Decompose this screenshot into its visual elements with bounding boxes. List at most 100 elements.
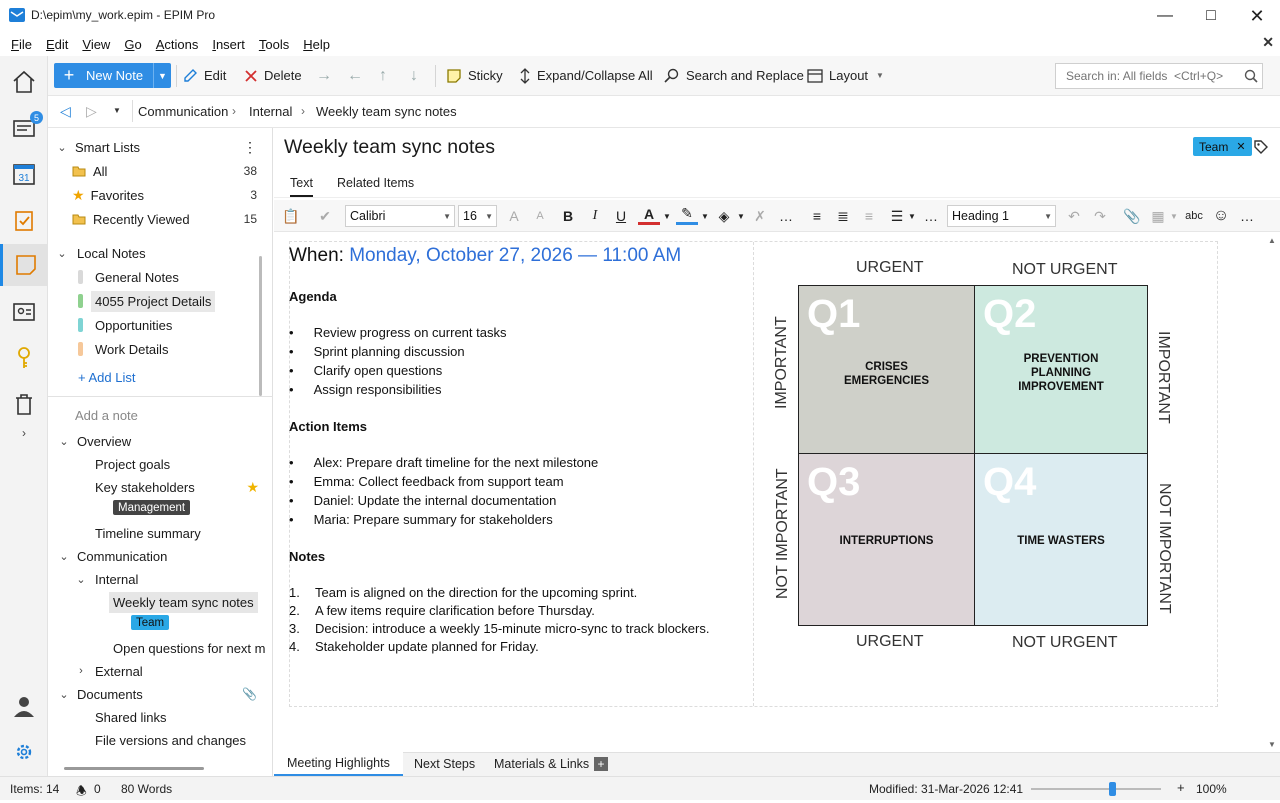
tab-text[interactable]: Text (290, 176, 313, 197)
smart-list-favorites[interactable]: ★ Favorites 3 (48, 184, 273, 206)
numbered-list-icon[interactable]: ≣ (832, 205, 854, 227)
tree-node[interactable]: Timeline summary (48, 522, 273, 544)
font-size-select[interactable]: 16 ▼ (458, 205, 497, 227)
spell-check-icon[interactable]: abc (1182, 205, 1206, 227)
note-team-tag[interactable]: Team ✕ (1193, 137, 1252, 156)
decrease-font-icon[interactable]: A (530, 205, 550, 227)
font-family-select[interactable]: Calibri ▼ (345, 205, 455, 227)
history-chevron-down-icon[interactable]: ▼ (113, 106, 121, 115)
page-tab-meeting-highlights[interactable]: Meeting Highlights (274, 752, 403, 776)
more-insert-icon[interactable]: … (1237, 205, 1257, 227)
search-box[interactable] (1055, 63, 1263, 89)
redo-icon[interactable]: ↷ (1090, 205, 1110, 227)
scroll-down-arrow-icon[interactable]: ▼ (1268, 740, 1276, 749)
breadcrumb-item[interactable]: Internal (249, 104, 292, 119)
menu-file[interactable]: File (4, 37, 39, 52)
tree-node-external[interactable]: › External (48, 660, 273, 682)
note-title[interactable]: Weekly team sync notes (284, 136, 495, 159)
smart-lists-header[interactable]: ⌄ Smart Lists ⋮ (48, 136, 273, 158)
font-color-icon[interactable]: A (638, 205, 660, 225)
collapse-chevron-icon[interactable]: ⌄ (56, 141, 68, 154)
list-item[interactable]: 2. A few items require clarification befo… (289, 603, 709, 621)
sidebar-horizontal-scrollbar[interactable] (64, 767, 204, 770)
list-item[interactable]: • Assign responsibilities (289, 382, 506, 401)
emoji-icon[interactable]: ☺ (1210, 205, 1232, 227)
search-icon[interactable] (1244, 69, 1258, 83)
team-tag[interactable]: Team (131, 615, 170, 630)
new-note-dropdown-chevron-icon[interactable]: ▼ (153, 63, 171, 88)
tree-node[interactable]: Key stakeholders ★ (48, 476, 273, 498)
tree-node[interactable]: Open questions for next m (48, 637, 273, 659)
zoom-slider-thumb[interactable] (1109, 782, 1116, 796)
list-item[interactable]: • Alex: Prepare draft timeline for the ne… (289, 455, 598, 474)
close-document-icon[interactable]: ✕ (1262, 34, 1274, 51)
tag-icon[interactable] (1253, 139, 1269, 158)
menu-help[interactable]: Help (296, 37, 337, 52)
calendar-icon[interactable]: 31 (0, 154, 48, 194)
add-page-tab-plus-icon[interactable]: + (594, 757, 608, 771)
back-arrow-icon[interactable]: ◁ (60, 103, 71, 120)
management-tag[interactable]: Management (113, 500, 191, 515)
breadcrumb-item[interactable]: Communication (138, 104, 228, 119)
local-list-item[interactable]: Opportunities (48, 314, 273, 336)
list-item[interactable]: • Review progress on current tasks (289, 325, 506, 344)
scroll-up-arrow-icon[interactable]: ▲ (1268, 236, 1276, 245)
local-list-item[interactable]: 4055 Project Details (48, 290, 273, 312)
tree-node-communication[interactable]: ⌄ Communication (48, 545, 273, 567)
move-up-arrow-icon[interactable]: ↑ (379, 63, 387, 88)
attach-paperclip-icon[interactable]: 📎 (1122, 205, 1142, 227)
menu-view[interactable]: View (75, 37, 117, 52)
align-icon[interactable]: ☰ (886, 205, 908, 227)
highlight-chevron-icon[interactable]: ▼ (699, 205, 711, 227)
edit-button[interactable]: Edit (182, 63, 226, 88)
home-icon[interactable] (0, 62, 48, 102)
user-icon[interactable] (0, 686, 48, 726)
list-item[interactable]: 3. Decision: introduce a weekly 15-minute… (289, 621, 709, 639)
checklist-icon[interactable]: ≡ (858, 205, 880, 227)
tree-node-documents[interactable]: ⌄ Documents 📎 (48, 683, 273, 705)
tree-node[interactable]: File versions and changes (48, 729, 273, 751)
tree-node-weekly-sync-selected[interactable]: Weekly team sync notes (48, 591, 273, 613)
local-list-item[interactable]: Work Details (48, 338, 273, 360)
list-item[interactable]: 1. Team is aligned on the direction for t… (289, 585, 709, 603)
list-item[interactable]: • Sprint planning discussion (289, 344, 506, 363)
list-item[interactable]: • Daniel: Update the internal documentati… (289, 493, 598, 512)
format-painter-icon[interactable]: ✔ (314, 205, 336, 227)
remove-tag-close-icon[interactable]: ✕ (1236, 140, 1245, 153)
tree-node-internal[interactable]: ⌄ Internal (48, 568, 273, 590)
search-input[interactable] (1066, 69, 1238, 83)
page-tab-next-steps[interactable]: Next Steps (401, 752, 488, 776)
tasks-icon[interactable] (0, 200, 48, 240)
more-options-icon[interactable]: ⋮ (243, 139, 257, 156)
list-item[interactable]: • Emma: Collect feedback from support tea… (289, 474, 598, 493)
sidebar-scrollbar[interactable] (259, 256, 262, 396)
bold-icon[interactable]: B (558, 205, 578, 227)
list-item[interactable]: 4. Stakeholder update planned for Friday. (289, 639, 709, 657)
highlight-pen-icon[interactable]: ✎ (676, 205, 698, 225)
add-note-input[interactable]: Add a note (48, 404, 273, 426)
breadcrumb-item[interactable]: Weekly team sync notes (316, 104, 457, 119)
menu-go[interactable]: Go (117, 37, 148, 52)
italic-icon[interactable]: I (585, 205, 605, 227)
menu-insert[interactable]: Insert (205, 37, 252, 52)
table-icon[interactable]: ▦ (1148, 205, 1168, 227)
expanded-chevron-icon[interactable]: ⌄ (75, 573, 87, 586)
delete-button[interactable]: Delete (244, 63, 302, 88)
minimize-button[interactable]: — (1142, 0, 1188, 32)
local-list-item[interactable]: General Notes (48, 266, 273, 288)
new-note-button[interactable]: + New Note ▼ (54, 63, 171, 88)
clear-format-icon[interactable]: ✗ (750, 205, 770, 227)
smart-list-all[interactable]: All 38 (48, 160, 273, 182)
search-and-replace-button[interactable]: Search and Replace (664, 63, 804, 88)
forward-arrow-icon[interactable]: ▷ (86, 103, 97, 120)
move-left-arrow-icon[interactable]: ← (347, 63, 363, 88)
add-list-button[interactable]: + Add List (48, 366, 273, 388)
local-notes-header[interactable]: ⌄ Local Notes (48, 242, 273, 264)
passwords-key-icon[interactable] (0, 338, 48, 378)
tree-node[interactable]: Shared links (48, 706, 273, 728)
undo-icon[interactable]: ↶ (1064, 205, 1084, 227)
list-item[interactable]: • Clarify open questions (289, 363, 506, 382)
smart-list-recently-viewed[interactable]: Recently Viewed 15 (48, 208, 273, 230)
bullet-list-icon[interactable]: ≡ (806, 205, 828, 227)
menu-actions[interactable]: Actions (149, 37, 206, 52)
